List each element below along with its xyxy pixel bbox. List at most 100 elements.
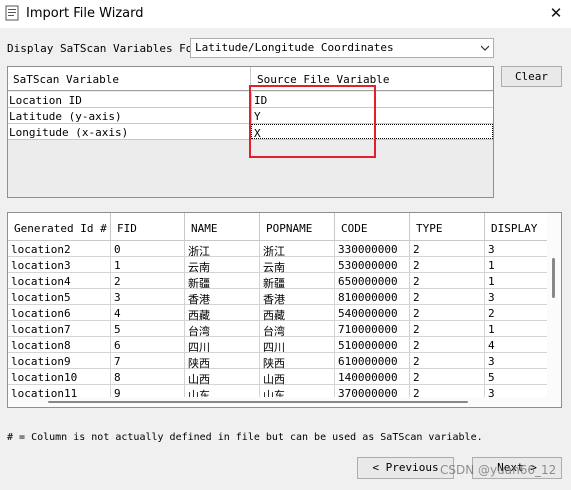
popname-cell: 西藏 — [260, 305, 335, 321]
popname-cell: 陕西 — [260, 353, 335, 369]
code-cell: 330000000 — [335, 241, 410, 257]
code-cell: 140000000 — [335, 369, 410, 385]
fid-cell: 0 — [111, 241, 185, 257]
name-cell: 山西 — [185, 369, 260, 385]
horizontal-scrollbar[interactable] — [8, 397, 548, 407]
display-cell: 5 — [485, 369, 548, 385]
display-cell: 2 — [485, 305, 548, 321]
type-cell: 2 — [410, 321, 485, 337]
satscan-variable-name: Location ID — [9, 94, 82, 107]
generated-id-cell: location5 — [8, 289, 111, 305]
code-cell: 810000000 — [335, 289, 410, 305]
name-cell: 浙江 — [185, 241, 260, 257]
popname-cell: 台湾 — [260, 321, 335, 337]
display-header[interactable]: DISPLAY — [485, 213, 548, 241]
popname-header[interactable]: POPNAME — [260, 213, 335, 241]
footnote-text: # = Column is not actually defined in fi… — [7, 432, 483, 443]
type-cell: 2 — [410, 241, 485, 257]
vertical-scrollbar[interactable] — [547, 213, 561, 407]
fid-cell: 4 — [111, 305, 185, 321]
display-variables-label: Display SaTScan Variables For: — [7, 42, 206, 55]
clear-button[interactable]: Clear — [501, 66, 562, 87]
popname-cell: 云南 — [260, 257, 335, 273]
display-cell: 1 — [485, 257, 548, 273]
name-cell: 陕西 — [185, 353, 260, 369]
display-variables-select[interactable]: Latitude/Longitude Coordinates — [190, 38, 494, 58]
generated-id-cell: location9 — [8, 353, 111, 369]
generated-id-cell: location7 — [8, 321, 111, 337]
fid-cell: 1 — [111, 257, 185, 273]
table-row[interactable]: location9 7 陕西 陕西 610000000 2 3 — [8, 353, 548, 369]
preview-table-header: Generated Id # FID NAME POPNAME CODE TYPE DISP… — [8, 213, 548, 241]
type-cell: 2 — [410, 305, 485, 321]
fid-cell: 5 — [111, 321, 185, 337]
display-cell: 1 — [485, 321, 548, 337]
table-row[interactable]: location6 4 西藏 西藏 540000000 2 2 — [8, 305, 548, 321]
name-cell: 四川 — [185, 337, 260, 353]
file-preview-table: Generated Id # FID NAME POPNAME CODE TYPE DISP… — [7, 212, 562, 408]
table-row[interactable]: location10 8 山西 山西 140000000 2 5 — [8, 369, 548, 385]
popname-cell: 浙江 — [260, 241, 335, 257]
name-header[interactable]: NAME — [185, 213, 260, 241]
name-cell: 云南 — [185, 257, 260, 273]
title-bar: Import File Wizard ✕ — [0, 0, 571, 28]
display-cell: 3 — [485, 241, 548, 257]
code-header[interactable]: CODE — [335, 213, 410, 241]
popname-cell: 四川 — [260, 337, 335, 353]
code-cell: 710000000 — [335, 321, 410, 337]
close-icon: ✕ — [549, 4, 563, 22]
type-cell: 2 — [410, 369, 485, 385]
name-cell: 西藏 — [185, 305, 260, 321]
table-row[interactable]: location4 2 新疆 新疆 650000000 2 1 — [8, 273, 548, 289]
horizontal-scrollbar-thumb[interactable] — [48, 401, 468, 403]
type-cell: 2 — [410, 337, 485, 353]
vertical-scrollbar-thumb[interactable] — [552, 258, 555, 298]
table-row[interactable]: location8 6 四川 四川 510000000 2 4 — [8, 337, 548, 353]
popname-cell: 新疆 — [260, 273, 335, 289]
window-title: Import File Wizard — [26, 6, 144, 21]
generated-id-cell: location10 — [8, 369, 111, 385]
display-cell: 4 — [485, 337, 548, 353]
generated-id-cell: location2 — [8, 241, 111, 257]
type-cell: 2 — [410, 353, 485, 369]
generated-id-cell: location4 — [8, 273, 111, 289]
type-cell: 2 — [410, 289, 485, 305]
code-cell: 510000000 — [335, 337, 410, 353]
display-variables-value: Latitude/Longitude Coordinates — [195, 41, 394, 54]
code-cell: 650000000 — [335, 273, 410, 289]
satscan-variable-header: SaTScan Variable — [13, 73, 119, 86]
generated-id-cell: location6 — [8, 305, 111, 321]
satscan-variable-name: Longitude (x-axis) — [9, 126, 129, 139]
watermark-text: CSDN @yuan66_12 — [440, 463, 557, 477]
code-cell: 610000000 — [335, 353, 410, 369]
generated-id-cell: location3 — [8, 257, 111, 273]
table-row[interactable]: location3 1 云南 云南 530000000 2 1 — [8, 257, 548, 273]
fid-header[interactable]: FID — [111, 213, 185, 241]
popname-cell: 香港 — [260, 289, 335, 305]
type-cell: 2 — [410, 273, 485, 289]
fid-cell: 8 — [111, 369, 185, 385]
satscan-variable-name: Latitude (y-axis) — [9, 110, 122, 123]
display-cell: 1 — [485, 273, 548, 289]
code-cell: 540000000 — [335, 305, 410, 321]
generated-id-header[interactable]: Generated Id # — [8, 213, 111, 241]
generated-id-cell: location8 — [8, 337, 111, 353]
highlight-annotation-box — [249, 85, 376, 158]
table-row[interactable]: location5 3 香港 香港 810000000 2 3 — [8, 289, 548, 305]
name-cell: 新疆 — [185, 273, 260, 289]
type-header[interactable]: TYPE — [410, 213, 485, 241]
fid-cell: 3 — [111, 289, 185, 305]
table-row[interactable]: location2 0 浙江 浙江 330000000 2 3 — [8, 241, 548, 257]
popname-cell: 山西 — [260, 369, 335, 385]
table-row[interactable]: location7 5 台湾 台湾 710000000 2 1 — [8, 321, 548, 337]
fid-cell: 7 — [111, 353, 185, 369]
name-cell: 台湾 — [185, 321, 260, 337]
chevron-down-icon — [481, 45, 489, 51]
name-cell: 香港 — [185, 289, 260, 305]
code-cell: 530000000 — [335, 257, 410, 273]
close-button[interactable]: ✕ — [541, 0, 571, 28]
display-cell: 3 — [485, 289, 548, 305]
document-icon — [5, 5, 19, 21]
fid-cell: 2 — [111, 273, 185, 289]
type-cell: 2 — [410, 257, 485, 273]
